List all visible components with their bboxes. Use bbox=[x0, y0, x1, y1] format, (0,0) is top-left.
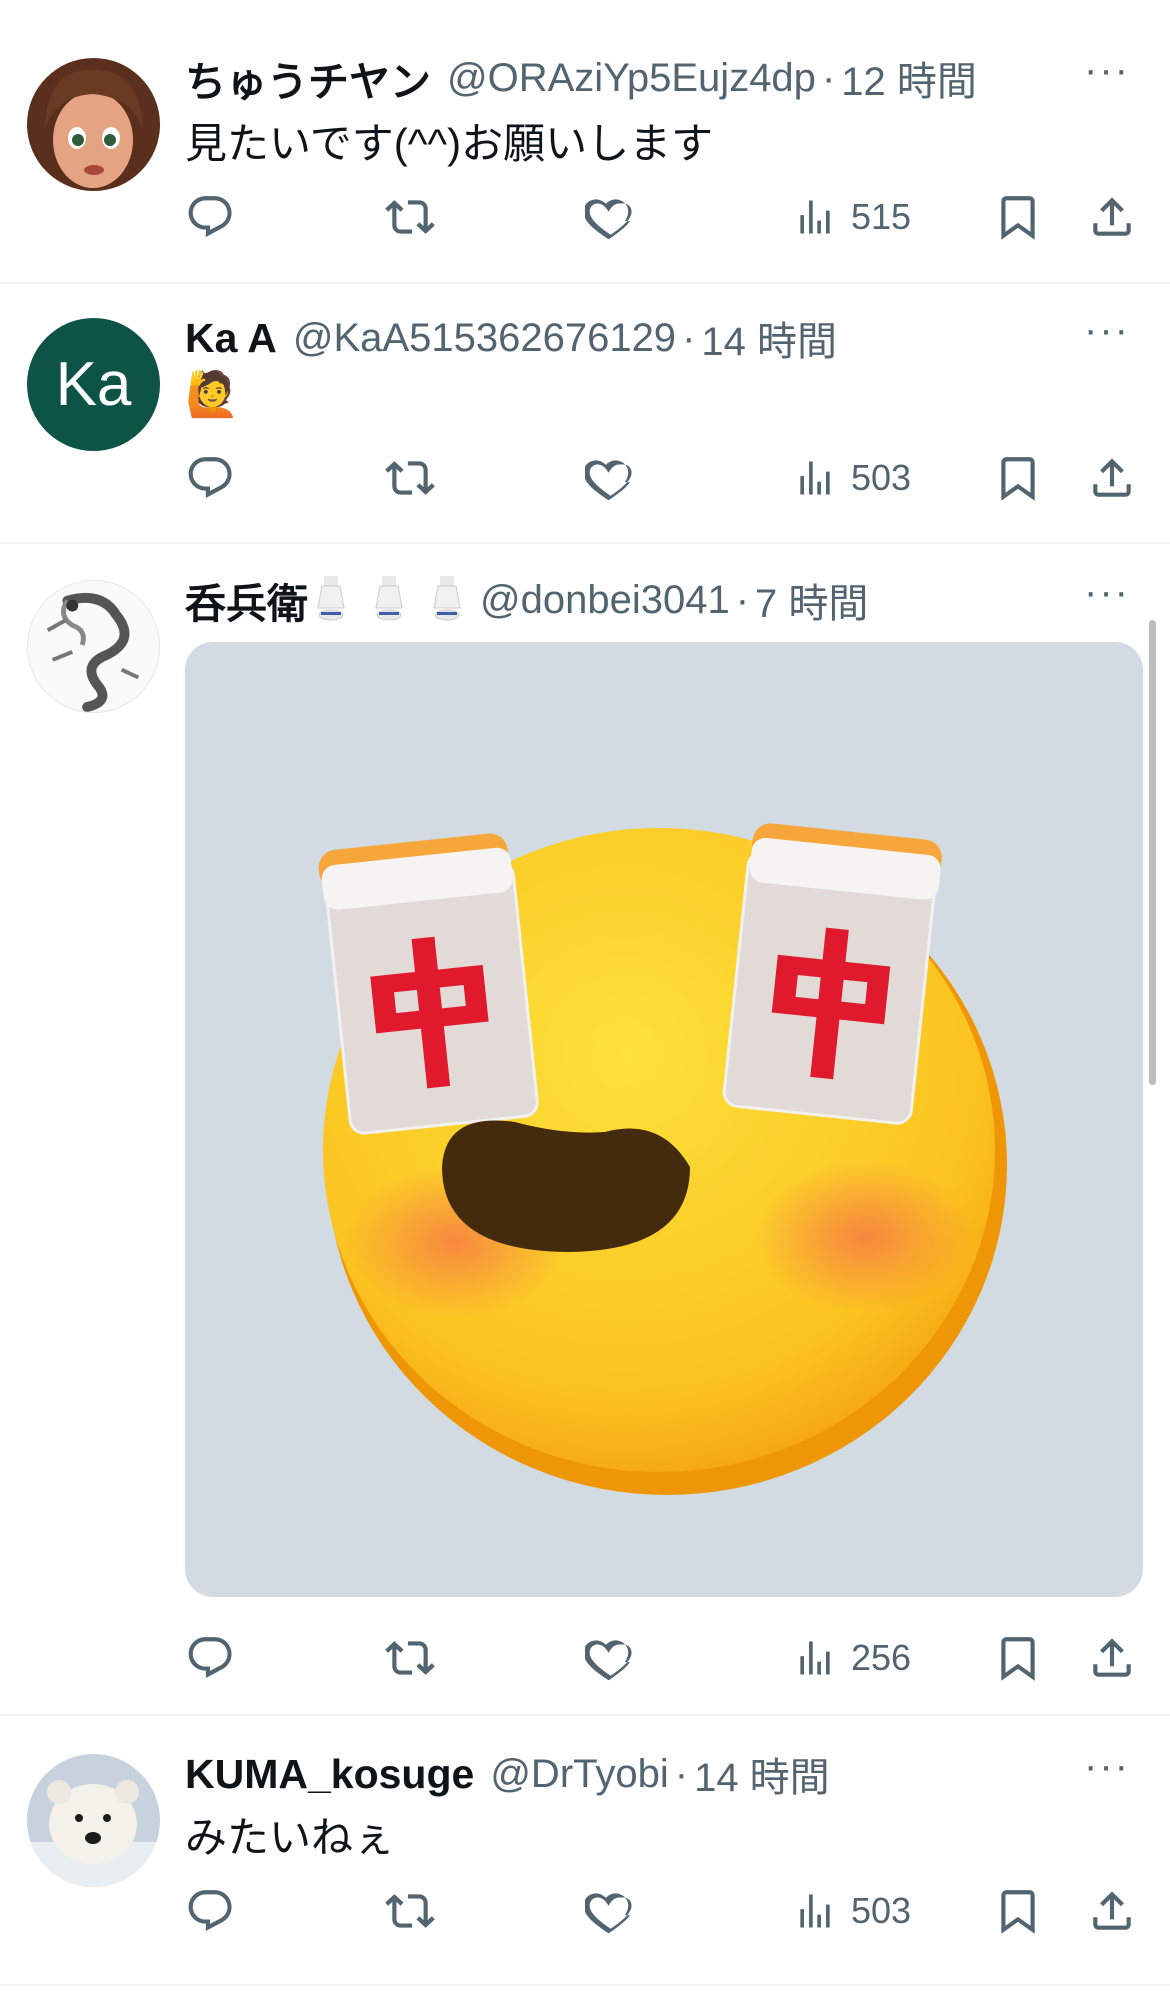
separator-dot: · bbox=[735, 577, 750, 622]
user-handle[interactable]: @DrTyobi bbox=[490, 1752, 668, 1797]
tweet-header: ちゅうチヤン @ORAziYp5Eujz4dp · 12 時間 ··· bbox=[185, 48, 1130, 108]
action-bar: 503 bbox=[185, 1881, 1145, 1941]
action-bar: 515 bbox=[185, 187, 1145, 247]
share-icon bbox=[1087, 1633, 1137, 1683]
timestamp[interactable]: 14 時間 bbox=[694, 1745, 830, 1803]
share-button[interactable] bbox=[1087, 1881, 1137, 1941]
action-bar: 256 bbox=[185, 1628, 1145, 1688]
cartoon-girl-avatar-icon bbox=[27, 58, 160, 191]
tweet-header: 呑兵衛 @donbei3041 · 7 時間 ··· bbox=[185, 570, 1130, 630]
display-name[interactable]: KUMA_kosuge bbox=[185, 1751, 474, 1798]
tweet[interactable]: KUMA_kosuge @DrTyobi · 14 時間 ··· みたいねぇ 5… bbox=[0, 1716, 1170, 1986]
heart-icon bbox=[585, 1633, 635, 1683]
display-name[interactable]: Ka A bbox=[185, 315, 277, 362]
avatar[interactable] bbox=[27, 580, 160, 713]
timestamp[interactable]: 12 時間 bbox=[841, 49, 977, 107]
user-handle[interactable]: @KaA515362676129 bbox=[293, 316, 676, 361]
tweet-header: KUMA_kosuge @DrTyobi · 14 時間 ··· bbox=[185, 1744, 1130, 1804]
share-icon bbox=[1087, 1886, 1137, 1936]
views-icon bbox=[793, 195, 837, 239]
tweet-header: Ka A @KaA515362676129 · 14 時間 ··· bbox=[185, 308, 1130, 368]
more-icon[interactable]: ··· bbox=[1084, 308, 1130, 353]
share-icon bbox=[1087, 192, 1137, 242]
share-button[interactable] bbox=[1087, 1628, 1137, 1688]
reply-button[interactable] bbox=[185, 187, 235, 247]
heart-icon bbox=[585, 1886, 635, 1936]
avatar[interactable]: Ka bbox=[27, 318, 160, 451]
views-button[interactable]: 503 bbox=[793, 448, 911, 508]
share-button[interactable] bbox=[1087, 448, 1137, 508]
reply-icon bbox=[185, 453, 235, 503]
timestamp[interactable]: 7 時間 bbox=[755, 571, 868, 629]
like-button[interactable] bbox=[585, 1628, 635, 1688]
reply-button[interactable] bbox=[185, 1881, 235, 1941]
retweet-button[interactable] bbox=[385, 187, 435, 247]
like-button[interactable] bbox=[585, 187, 635, 247]
more-icon[interactable]: ··· bbox=[1084, 570, 1130, 615]
bookmark-button[interactable] bbox=[993, 187, 1043, 247]
bookmark-button[interactable] bbox=[993, 1881, 1043, 1941]
reply-icon bbox=[185, 1633, 235, 1683]
sake-bottle-icon bbox=[314, 572, 464, 629]
more-icon[interactable]: ··· bbox=[1084, 1744, 1130, 1789]
view-count: 256 bbox=[851, 1637, 912, 1678]
views-button[interactable]: 515 bbox=[793, 187, 911, 247]
bookmark-icon bbox=[993, 1886, 1043, 1936]
retweet-button[interactable] bbox=[385, 1628, 435, 1688]
user-handle[interactable]: @donbei3041 bbox=[480, 578, 730, 623]
mahjong-eyes-smiley-icon bbox=[318, 823, 1007, 1495]
separator-dot: · bbox=[682, 315, 696, 360]
avatar-initials: Ka bbox=[55, 350, 132, 419]
retweet-button[interactable] bbox=[385, 448, 435, 508]
like-button[interactable] bbox=[585, 448, 635, 508]
top-edge bbox=[0, 0, 1170, 22]
like-button[interactable] bbox=[585, 1881, 635, 1941]
tweet-text: 🙋 bbox=[185, 370, 240, 419]
views-icon bbox=[793, 1636, 837, 1680]
tweet-media-image[interactable] bbox=[185, 642, 1143, 1597]
bookmark-icon bbox=[993, 453, 1043, 503]
separator-dot: · bbox=[674, 1751, 689, 1796]
views-button[interactable]: 256 bbox=[793, 1628, 911, 1688]
timestamp[interactable]: 14 時間 bbox=[701, 309, 837, 367]
heart-icon bbox=[585, 453, 635, 503]
views-icon bbox=[793, 456, 837, 500]
tweet[interactable]: ちゅうチヤン @ORAziYp5Eujz4dp · 12 時間 ··· 見たいで… bbox=[0, 22, 1170, 284]
dragon-avatar-icon bbox=[28, 581, 159, 712]
retweet-icon bbox=[385, 1633, 435, 1683]
retweet-button[interactable] bbox=[385, 1881, 435, 1941]
more-icon[interactable]: ··· bbox=[1084, 48, 1130, 93]
tweet[interactable]: Ka Ka A @KaA515362676129 · 14 時間 ··· 🙋 5… bbox=[0, 284, 1170, 544]
views-icon bbox=[793, 1889, 837, 1933]
retweet-icon bbox=[385, 453, 435, 503]
action-bar: 503 bbox=[185, 448, 1145, 508]
user-handle[interactable]: @ORAziYp5Eujz4dp bbox=[447, 56, 816, 101]
bookmark-icon bbox=[993, 1633, 1043, 1683]
view-count: 503 bbox=[851, 457, 912, 498]
retweet-icon bbox=[385, 1886, 435, 1936]
tweet-text: 見たいです(^^)お願いします bbox=[185, 120, 714, 167]
view-count: 515 bbox=[851, 196, 912, 237]
scrollbar[interactable] bbox=[1149, 620, 1156, 1085]
avatar[interactable] bbox=[27, 58, 160, 191]
display-name[interactable]: 呑兵衛 bbox=[185, 570, 308, 630]
retweet-icon bbox=[385, 192, 435, 242]
view-count: 503 bbox=[851, 1890, 912, 1931]
bookmark-icon bbox=[993, 192, 1043, 242]
reply-icon bbox=[185, 192, 235, 242]
reply-icon bbox=[185, 1886, 235, 1936]
tweet-text: みたいねぇ bbox=[185, 1814, 396, 1861]
polar-bear-avatar-icon bbox=[27, 1754, 160, 1887]
bookmark-button[interactable] bbox=[993, 448, 1043, 508]
share-button[interactable] bbox=[1087, 187, 1137, 247]
reply-button[interactable] bbox=[185, 1628, 235, 1688]
separator-dot: · bbox=[821, 55, 836, 100]
display-name[interactable]: ちゅうチヤン bbox=[185, 48, 431, 108]
bookmark-button[interactable] bbox=[993, 1628, 1043, 1688]
views-button[interactable]: 503 bbox=[793, 1881, 911, 1941]
heart-icon bbox=[585, 192, 635, 242]
share-icon bbox=[1087, 453, 1137, 503]
reply-button[interactable] bbox=[185, 448, 235, 508]
avatar[interactable] bbox=[27, 1754, 160, 1887]
